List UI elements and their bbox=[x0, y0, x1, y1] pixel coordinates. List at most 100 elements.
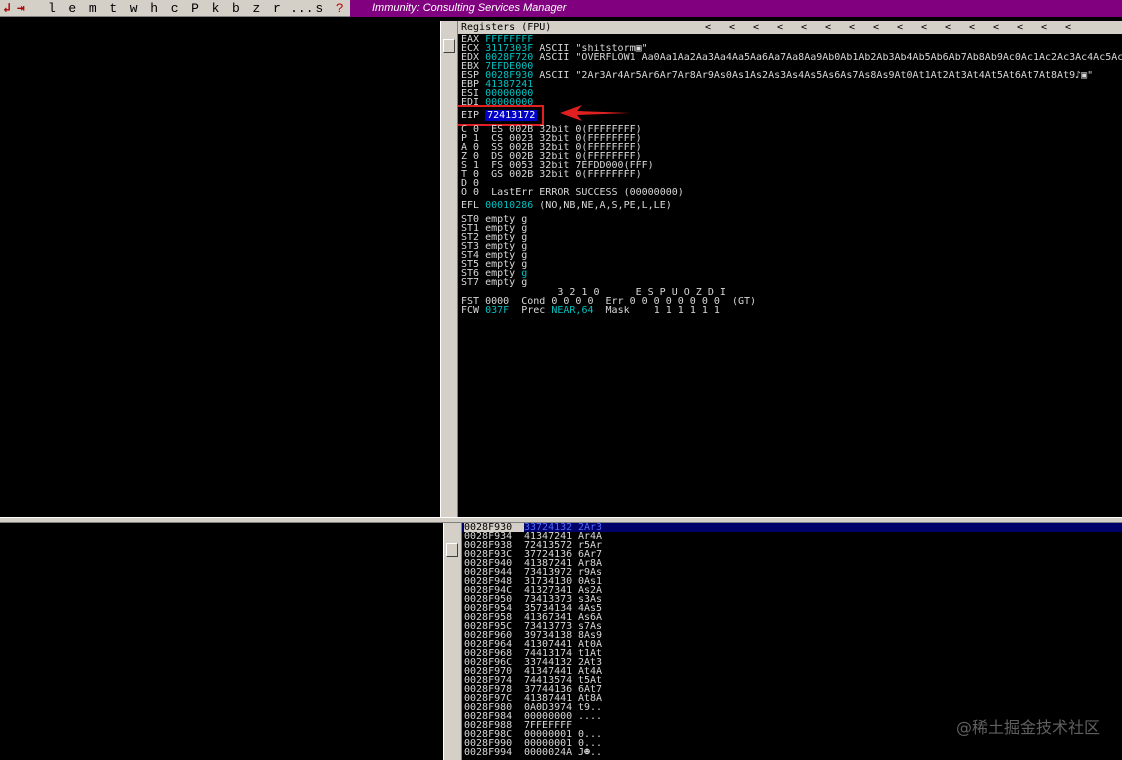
restart-icon[interactable]: ↲ bbox=[0, 1, 14, 16]
flag-value[interactable]: D 0 bbox=[461, 179, 479, 188]
nav-arrow-icon[interactable]: < bbox=[1032, 21, 1056, 34]
segment-info: 32bit 0(FFFFFFFF) bbox=[533, 125, 642, 134]
fpu-name: ST5 bbox=[461, 260, 480, 269]
stack-row[interactable]: 0028F994 0000024A J☻.. bbox=[462, 747, 1122, 758]
nav-arrow-icon[interactable]: < bbox=[792, 21, 816, 34]
stack-ascii: .... bbox=[578, 711, 603, 722]
fpu-row: ST4 empty g bbox=[461, 251, 527, 260]
nav-arrow-icon[interactable]: < bbox=[864, 21, 888, 34]
memory-dump-pane[interactable] bbox=[0, 537, 440, 760]
register-value[interactable]: FFFFFFFF bbox=[485, 35, 533, 44]
fpu-value[interactable]: g bbox=[521, 224, 527, 233]
window-title: Immunity: Consulting Services Manager bbox=[350, 0, 1122, 17]
toolbar-button-b[interactable]: b bbox=[226, 1, 246, 16]
toolbar-button-P[interactable]: P bbox=[185, 1, 205, 16]
fpu-value[interactable]: g bbox=[521, 269, 527, 278]
registers-pane[interactable]: Registers (FPU) < < < < < < < < < < < < < < < < EAX FFF… bbox=[458, 21, 1122, 517]
register-value[interactable]: 3117303F bbox=[485, 44, 533, 53]
flag-value[interactable]: O 0 bbox=[461, 188, 479, 197]
fpu-value[interactable]: g bbox=[521, 251, 527, 260]
nav-arrow-icon[interactable]: < bbox=[912, 21, 936, 34]
register-value[interactable]: 7EFDE000 bbox=[485, 62, 533, 71]
flag-value[interactable]: Z 0 bbox=[461, 152, 479, 161]
flag-value[interactable]: A 0 bbox=[461, 143, 479, 152]
register-name: EBX bbox=[461, 62, 480, 71]
disassembly-scrollbar[interactable] bbox=[440, 21, 458, 517]
fpu-value[interactable]: g bbox=[521, 278, 527, 287]
segment-info: 32bit 0(FFFFFFFF) bbox=[533, 143, 642, 152]
toolbar-button-z[interactable]: z bbox=[246, 1, 266, 16]
register-nav-arrows[interactable]: < < < < < < < < < < < < < < < < bbox=[696, 21, 1080, 34]
toolbar-button-dots[interactable]: ... bbox=[287, 1, 313, 16]
fpu-value[interactable]: g bbox=[521, 215, 527, 224]
toolbar-button-c[interactable]: c bbox=[164, 1, 184, 16]
efl-value[interactable]: 00010286 bbox=[485, 201, 533, 210]
fpu-state: empty bbox=[485, 260, 516, 269]
nav-arrow-icon[interactable]: < bbox=[816, 21, 840, 34]
toolbar-button-t[interactable]: t bbox=[103, 1, 123, 16]
nav-arrow-icon[interactable]: < bbox=[840, 21, 864, 34]
register-row: ESP 0028F930 ASCII "2Ar3Ar4Ar5Ar6Ar7Ar8A… bbox=[461, 71, 1122, 80]
fpu-value[interactable]: g bbox=[521, 242, 527, 251]
flag-value[interactable]: T 0 bbox=[461, 170, 479, 179]
toolbar-button-h[interactable]: h bbox=[144, 1, 164, 16]
fst-header: 3 2 1 0 E S P U O Z D I bbox=[461, 288, 726, 297]
fcw-mid: Prec bbox=[509, 306, 552, 315]
fpu-state: empty bbox=[485, 233, 516, 242]
register-row: EBX 7EFDE000 bbox=[461, 62, 1122, 71]
fcw-value[interactable]: 037F bbox=[485, 306, 509, 315]
fpu-row: ST6 empty g bbox=[461, 269, 527, 278]
nav-arrow-icon[interactable]: < bbox=[720, 21, 744, 34]
flag-value[interactable]: S 1 bbox=[461, 161, 479, 170]
stack-address: 0028F994 bbox=[464, 747, 513, 758]
toolbar-button-k[interactable]: k bbox=[205, 1, 225, 16]
toolbar-button-s[interactable]: s bbox=[309, 1, 329, 16]
flags-and-segments: C 0 ES 002B 32bit 0(FFFFFFFF) P 1 CS 0023… bbox=[461, 125, 684, 197]
step-into-icon[interactable]: ⇥ bbox=[14, 1, 28, 16]
nav-arrow-icon[interactable]: < bbox=[984, 21, 1008, 34]
toolbar-button-e[interactable]: e bbox=[62, 1, 82, 16]
register-row: EDX 0028F720 ASCII "OVERFLOW1 Aa0Aa1Aa2A… bbox=[461, 53, 1122, 62]
flag-value[interactable]: C 0 bbox=[461, 125, 479, 134]
register-value[interactable]: 41387241 bbox=[485, 80, 533, 89]
efl-row: EFL 00010286 (NO,NB,NE,A,S,PE,L,LE) bbox=[461, 201, 672, 210]
efl-flags: (NO,NB,NE,A,S,PE,L,LE) bbox=[533, 201, 672, 210]
eip-highlight-box bbox=[458, 105, 544, 126]
fpu-name: ST4 bbox=[461, 251, 480, 260]
segment-info: 32bit 0(FFFFFFFF) bbox=[533, 152, 642, 161]
fpu-row: ST3 empty g bbox=[461, 242, 527, 251]
toolbar-button-m[interactable]: m bbox=[83, 1, 103, 16]
register-value[interactable]: 0028F720 bbox=[485, 53, 533, 62]
fst-value[interactable]: 0000 bbox=[485, 297, 509, 306]
nav-arrow-icon[interactable]: < bbox=[768, 21, 792, 34]
fpu-state: empty bbox=[485, 224, 516, 233]
fpu-name: ST6 bbox=[461, 269, 480, 278]
toolbar-button-w[interactable]: w bbox=[123, 1, 143, 16]
fcw-prec[interactable]: NEAR,64 bbox=[551, 306, 593, 315]
fpu-row: ST1 empty g bbox=[461, 224, 527, 233]
scrollbar-thumb[interactable] bbox=[446, 543, 458, 557]
nav-arrow-icon[interactable]: < bbox=[696, 21, 720, 34]
flag-value[interactable]: P 1 bbox=[461, 134, 479, 143]
nav-arrow-icon[interactable]: < bbox=[888, 21, 912, 34]
fpu-state: empty bbox=[485, 215, 516, 224]
registers-title: Registers (FPU) bbox=[461, 22, 552, 33]
toolbar-button-l[interactable]: l bbox=[42, 1, 62, 16]
efl-label: EFL bbox=[461, 201, 480, 210]
fpu-row: ST0 empty g bbox=[461, 215, 527, 224]
fpu-value[interactable]: g bbox=[521, 260, 527, 269]
scrollbar-thumb[interactable] bbox=[443, 39, 455, 53]
fpu-value[interactable]: g bbox=[521, 233, 527, 242]
nav-arrow-icon[interactable]: < bbox=[744, 21, 768, 34]
nav-arrow-icon[interactable]: < bbox=[1008, 21, 1032, 34]
nav-arrow-icon[interactable]: < bbox=[1056, 21, 1080, 34]
nav-arrow-icon[interactable]: < bbox=[936, 21, 960, 34]
nav-arrow-icon[interactable]: < bbox=[960, 21, 984, 34]
toolbar-button-help[interactable]: ? bbox=[330, 1, 350, 16]
register-value[interactable]: 0028F930 bbox=[485, 71, 533, 80]
register-value[interactable]: 00000000 bbox=[485, 89, 533, 98]
registers-header[interactable]: Registers (FPU) < < < < < < < < < < < < < < < < bbox=[458, 21, 1122, 34]
stack-scrollbar[interactable] bbox=[443, 523, 462, 760]
disassembly-pane[interactable] bbox=[0, 21, 440, 517]
toolbar-button-r[interactable]: r bbox=[267, 1, 287, 16]
